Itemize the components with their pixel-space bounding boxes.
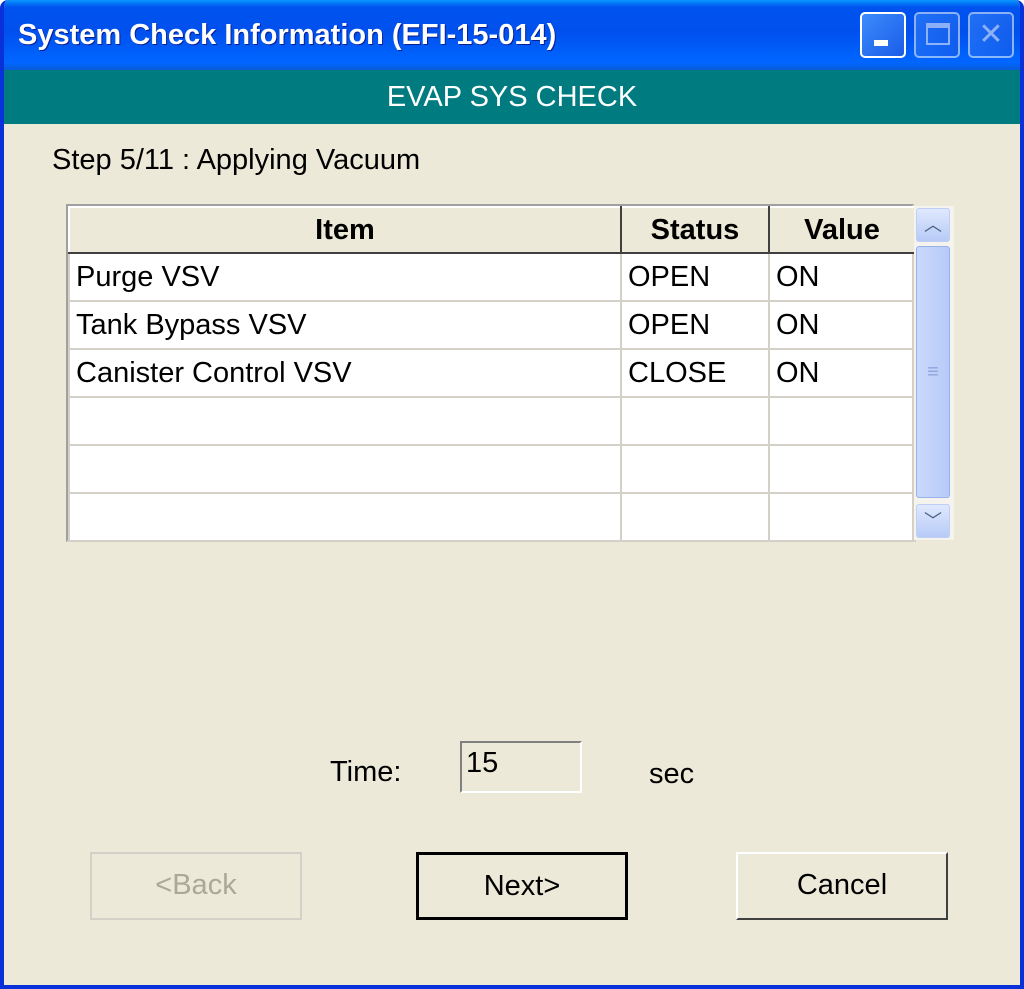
cell-value: ON bbox=[768, 252, 916, 302]
cell-item: Canister Control VSV bbox=[68, 348, 622, 398]
scroll-up-button[interactable]: ︿ bbox=[916, 208, 950, 242]
table-row[interactable]: Tank Bypass VSV OPEN ON bbox=[68, 300, 916, 350]
time-label: Time: bbox=[330, 756, 402, 788]
step-label: Step 5/11 : Applying Vacuum bbox=[52, 144, 421, 176]
cell-item bbox=[68, 396, 622, 446]
cell-status bbox=[620, 444, 770, 494]
chevron-up-icon: ︿ bbox=[924, 215, 942, 235]
cell-item: Purge VSV bbox=[68, 252, 622, 302]
status-table: Item Status Value Purge VSV OPEN ON Tank… bbox=[66, 204, 916, 542]
cell-item bbox=[68, 492, 622, 542]
cell-value: ON bbox=[768, 300, 916, 350]
minimize-icon bbox=[874, 40, 888, 46]
chevron-down-icon: ﹀ bbox=[924, 511, 942, 531]
scroll-down-button[interactable]: ﹀ bbox=[916, 504, 950, 538]
maximize-button bbox=[914, 12, 960, 58]
vertical-scrollbar[interactable]: ︿ ≡ ﹀ bbox=[914, 206, 954, 540]
table-row[interactable]: Canister Control VSV CLOSE ON bbox=[68, 348, 916, 398]
column-header-item[interactable]: Item bbox=[68, 206, 622, 254]
dialog-window: System Check Information (EFI-15-014) ✕ … bbox=[0, 0, 1024, 989]
back-button: <Back bbox=[90, 852, 302, 920]
table-row[interactable] bbox=[68, 396, 916, 446]
maximize-icon bbox=[926, 23, 950, 45]
table-row[interactable] bbox=[68, 444, 916, 494]
time-field: 15 bbox=[460, 741, 582, 793]
window-title: System Check Information (EFI-15-014) bbox=[18, 19, 557, 51]
cell-status bbox=[620, 492, 770, 542]
next-button[interactable]: Next> bbox=[416, 852, 628, 920]
cell-item: Tank Bypass VSV bbox=[68, 300, 622, 350]
cell-status: CLOSE bbox=[620, 348, 770, 398]
time-unit: sec bbox=[649, 758, 695, 790]
table-row[interactable]: Purge VSV OPEN ON bbox=[68, 252, 916, 302]
section-banner: EVAP SYS CHECK bbox=[4, 70, 1020, 124]
cell-value bbox=[768, 396, 916, 446]
title-bar[interactable]: System Check Information (EFI-15-014) ✕ bbox=[4, 0, 1020, 70]
table-header-row: Item Status Value bbox=[68, 206, 916, 254]
table-row[interactable] bbox=[68, 492, 916, 542]
column-header-status[interactable]: Status bbox=[620, 206, 770, 254]
cell-status: OPEN bbox=[620, 252, 770, 302]
close-icon: ✕ bbox=[978, 18, 1004, 51]
close-button: ✕ bbox=[968, 12, 1014, 58]
grip-icon: ≡ bbox=[927, 361, 939, 383]
column-header-value[interactable]: Value bbox=[768, 206, 916, 254]
minimize-button[interactable] bbox=[860, 12, 906, 58]
cell-value bbox=[768, 444, 916, 494]
cell-value: ON bbox=[768, 348, 916, 398]
cancel-button[interactable]: Cancel bbox=[736, 852, 948, 920]
cell-item bbox=[68, 444, 622, 494]
cell-status: OPEN bbox=[620, 300, 770, 350]
cell-status bbox=[620, 396, 770, 446]
cell-value bbox=[768, 492, 916, 542]
scroll-thumb[interactable]: ≡ bbox=[916, 246, 950, 498]
